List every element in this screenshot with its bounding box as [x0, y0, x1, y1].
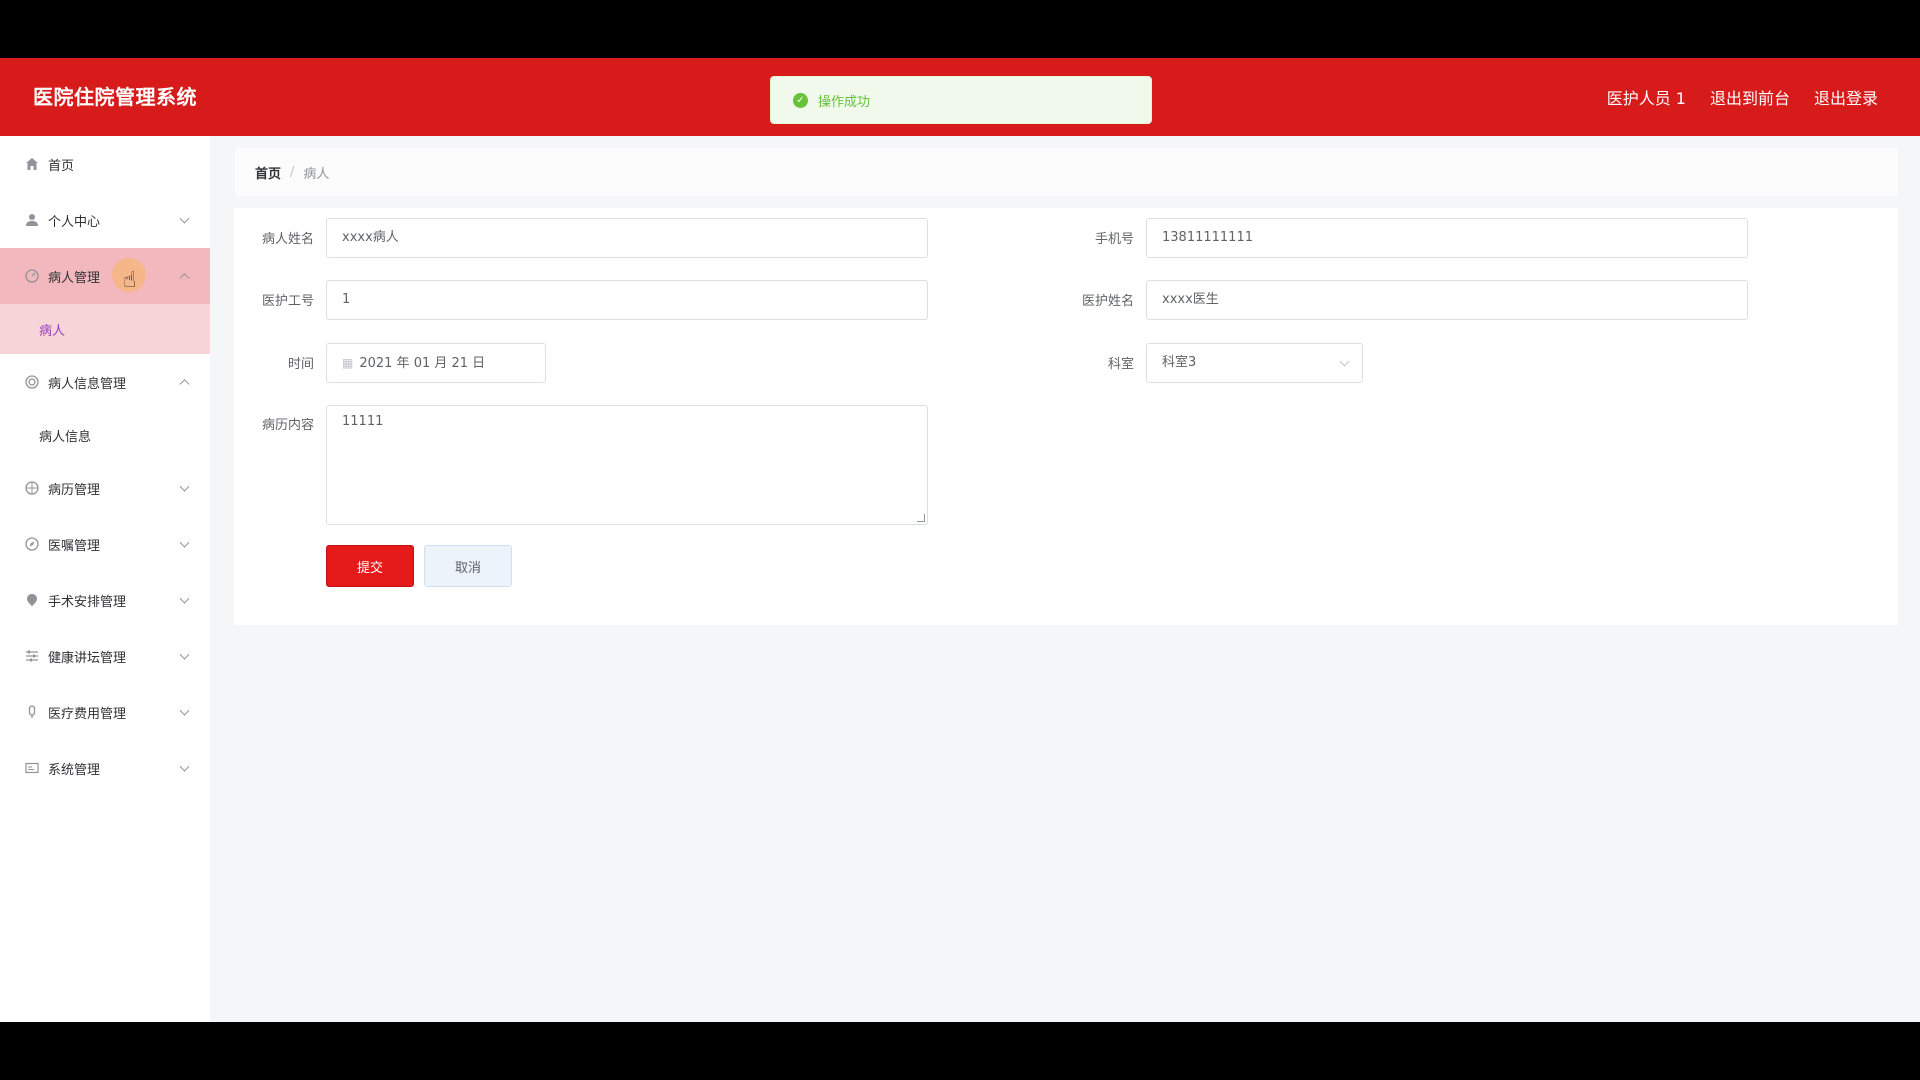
- chevron-up-icon: [179, 379, 190, 390]
- mic-icon: [24, 704, 40, 720]
- patient-name-label: 病人姓名: [261, 232, 314, 247]
- sidebar-item-label: 病历管理: [48, 482, 101, 498]
- system-icon: [24, 760, 40, 776]
- logout-link[interactable]: 退出登录: [1814, 85, 1878, 109]
- exit-to-front-link[interactable]: 退出到前台: [1710, 85, 1790, 109]
- dept-value: 科室3: [1162, 355, 1197, 370]
- info-icon: [24, 374, 40, 390]
- sidebar-item-label: 首页: [48, 158, 75, 174]
- sidebar-subitem-label: 病人: [39, 323, 66, 339]
- sidebar-item-label: 病人管理: [48, 270, 101, 286]
- staff-name-label: 医护姓名: [1081, 294, 1134, 309]
- cancel-button[interactable]: 取消: [424, 545, 512, 587]
- chevron-down-icon: [179, 761, 190, 772]
- chevron-down-icon: [179, 705, 190, 716]
- sidebar-item-system-management[interactable]: 系统管理: [0, 740, 210, 796]
- current-user: 医护人员 1: [1606, 89, 1686, 108]
- chevron-down-icon: [179, 213, 190, 224]
- record-content-label: 病历内容: [261, 418, 314, 433]
- record-content-value: 11111: [342, 414, 384, 429]
- breadcrumb-current: 病人: [303, 166, 330, 182]
- compass-icon: [24, 536, 40, 552]
- top-header: 医院住院管理系统 ✓ 操作成功 医护人员 1 退出到前台 退出登录: [0, 58, 1920, 136]
- sidebar-subitem-label: 病人信息: [39, 429, 92, 445]
- staff-id-input[interactable]: 1: [326, 280, 928, 320]
- sidebar-item-order-management[interactable]: 医嘱管理: [0, 516, 210, 572]
- date-value: 2021 年 01 月 21 日: [359, 356, 486, 371]
- hand-cursor-icon: ☝: [123, 268, 137, 293]
- calendar-icon: ▦: [342, 356, 354, 370]
- record-icon: [24, 480, 40, 496]
- sidebar-item-patient-info-management[interactable]: 病人信息管理: [0, 354, 210, 410]
- sidebar-item-surgery-management[interactable]: 手术安排管理: [0, 572, 210, 628]
- breadcrumb-home[interactable]: 首页: [255, 163, 281, 182]
- sidebar-item-fee-management[interactable]: 医疗费用管理: [0, 684, 210, 740]
- sidebar-item-label: 个人中心: [48, 214, 101, 230]
- phone-input[interactable]: 13811111111: [1146, 218, 1748, 258]
- staff-id-label: 医护工号: [261, 294, 314, 309]
- patient-icon: [24, 268, 40, 284]
- chevron-down-icon: [1339, 356, 1350, 367]
- breadcrumb: 首页 / 病人: [235, 148, 1898, 196]
- sidebar-subitem-patient-info[interactable]: 病人信息: [0, 410, 210, 460]
- chevron-down-icon: [179, 593, 190, 604]
- check-circle-icon: ✓: [793, 92, 808, 108]
- time-label: 时间: [287, 357, 314, 372]
- patient-form: 病人姓名 xxxx病人 手机号 13811111111 医护工号 1 医护姓名 …: [234, 208, 1898, 625]
- sidebar-item-health-forum-management[interactable]: 健康讲坛管理: [0, 628, 210, 684]
- sidebar: 首页 个人中心 病人管理 ☝ 病人 病人信息管理 病人信息 病历管理 医嘱管理 …: [0, 136, 210, 1022]
- patient-name-input[interactable]: xxxx病人: [326, 218, 928, 258]
- home-icon: [24, 156, 40, 172]
- sidebar-subitem-patient[interactable]: 病人: [0, 304, 210, 354]
- toast-message: 操作成功: [818, 94, 871, 110]
- sidebar-item-label: 病人信息管理: [48, 376, 127, 392]
- sidebar-item-home[interactable]: 首页: [0, 136, 210, 192]
- sidebar-item-patient-management[interactable]: 病人管理 ☝: [0, 248, 210, 304]
- user-icon: [24, 212, 40, 228]
- chevron-down-icon: [179, 481, 190, 492]
- dept-select[interactable]: 科室3: [1146, 343, 1363, 383]
- submit-button[interactable]: 提交: [326, 545, 414, 587]
- sidebar-item-record-management[interactable]: 病历管理: [0, 460, 210, 516]
- chevron-down-icon: [179, 649, 190, 660]
- app-title: 医院住院管理系统: [33, 85, 197, 109]
- chevron-down-icon: [179, 537, 190, 548]
- sidebar-item-label: 系统管理: [48, 762, 101, 778]
- sidebar-item-label: 医疗费用管理: [48, 706, 127, 722]
- sidebar-item-label: 手术安排管理: [48, 594, 127, 610]
- sidebar-item-label: 健康讲坛管理: [48, 650, 127, 666]
- sliders-icon: [24, 648, 40, 664]
- sidebar-item-label: 医嘱管理: [48, 538, 101, 554]
- record-content-textarea[interactable]: 11111: [326, 405, 928, 525]
- success-toast: ✓ 操作成功: [770, 76, 1152, 124]
- staff-name-input[interactable]: xxxx医生: [1146, 280, 1748, 320]
- resize-handle-icon[interactable]: [917, 514, 925, 522]
- sidebar-item-personal-center[interactable]: 个人中心: [0, 192, 210, 248]
- location-icon: [24, 592, 40, 608]
- phone-label: 手机号: [1094, 232, 1134, 247]
- breadcrumb-separator: /: [290, 164, 295, 180]
- date-picker[interactable]: ▦ 2021 年 01 月 21 日: [326, 343, 546, 383]
- dept-label: 科室: [1107, 357, 1134, 372]
- header-actions: 医护人员 1 退出到前台 退出登录: [1607, 58, 1878, 136]
- app-screen: 医院住院管理系统 ✓ 操作成功 医护人员 1 退出到前台 退出登录 首页 个人中…: [0, 58, 1920, 1022]
- chevron-up-icon: [179, 273, 190, 284]
